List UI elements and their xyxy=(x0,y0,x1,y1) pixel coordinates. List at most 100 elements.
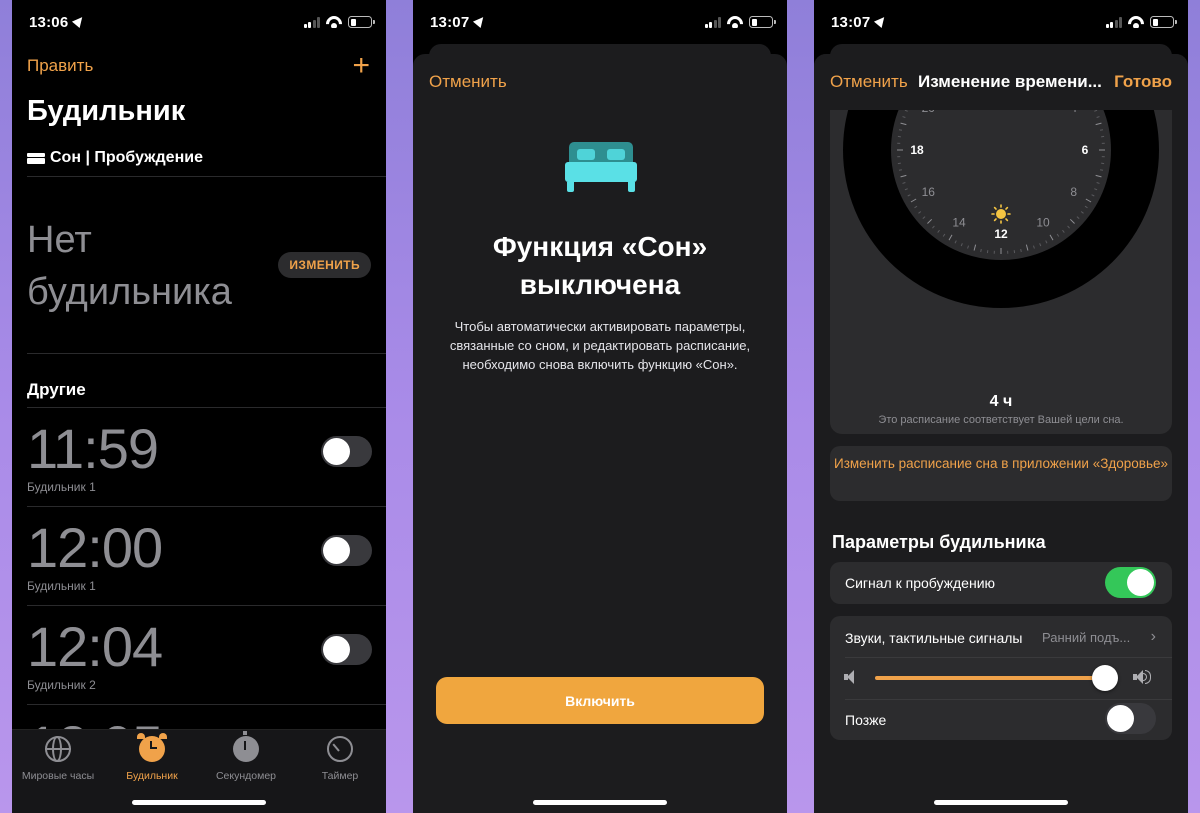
snooze-label: Позже xyxy=(845,712,887,728)
wifi-icon xyxy=(727,16,743,28)
page-title: Будильник xyxy=(27,95,186,127)
tab-label: Будильник xyxy=(126,770,178,782)
alarm-label: Будильник 2 xyxy=(27,678,96,692)
cellular-signal-icon xyxy=(1105,16,1122,28)
clock-hour-label: 12 xyxy=(994,227,1008,241)
alarm-toggle[interactable] xyxy=(321,535,372,566)
sounds-haptics-label[interactable]: Звуки, тактильные сигналы xyxy=(845,630,1022,646)
alarm-screen: 13:06 Править + Будильник Сон | Пробужде… xyxy=(12,0,386,813)
volume-high-icon xyxy=(1133,668,1153,688)
location-arrow-icon xyxy=(72,13,87,29)
volume-low-icon xyxy=(844,668,864,688)
alarm-time: 12:04 xyxy=(27,615,163,678)
divider xyxy=(27,176,386,177)
edit-schedule-screen: 13:07 222204186168141012 xyxy=(814,0,1188,813)
navigation-bar: Отменить Изменение времени... Готово xyxy=(814,54,1188,110)
stopwatch-icon xyxy=(233,731,259,762)
home-indicator xyxy=(533,800,667,805)
sleep-duration: 4 ч xyxy=(989,393,1013,410)
add-alarm-button[interactable]: + xyxy=(352,51,370,81)
divider xyxy=(845,699,1172,700)
edit-button[interactable]: Править xyxy=(27,56,93,76)
wake-sun-icon xyxy=(991,204,1011,224)
clock-tick xyxy=(980,248,982,253)
modal-sheet: 222204186168141012 4 ч Это расписание xyxy=(814,54,1188,813)
sleep-off-screen: 13:07 Отменить Функция «Сон» выключена Ч… xyxy=(413,0,787,813)
alarm-label: Будильник 1 xyxy=(27,480,96,494)
change-button[interactable]: ИЗМЕНИТЬ xyxy=(278,252,371,278)
enable-button[interactable]: Включить xyxy=(436,677,764,724)
sounds-value: Ранний подъ... xyxy=(1042,630,1131,645)
battery-icon xyxy=(348,16,375,28)
status-time: 13:07 xyxy=(430,13,488,31)
health-app-link[interactable]: Изменить расписание сна в приложении «Зд… xyxy=(830,446,1172,501)
snooze-toggle[interactable] xyxy=(1105,703,1156,734)
status-time: 13:07 xyxy=(831,13,889,31)
cancel-button[interactable]: Отменить xyxy=(429,72,507,92)
home-indicator xyxy=(132,800,266,805)
sleep-wake-header: Сон | Пробуждение xyxy=(27,149,203,167)
chevron-right-icon: › xyxy=(1150,628,1156,645)
done-button[interactable]: Готово xyxy=(1114,72,1172,92)
clock-tick xyxy=(1099,169,1104,171)
sleep-clock-dial[interactable]: 222204186168141012 xyxy=(830,74,1172,434)
clock-hour-label: 18 xyxy=(910,143,924,157)
clock-hour-label: 14 xyxy=(952,216,966,230)
bed-icon xyxy=(565,142,637,194)
status-bar: 13:06 xyxy=(12,12,386,34)
sleep-wake-label: Сон | Пробуждение xyxy=(50,149,203,166)
alarm-row[interactable]: 12:04 Будильник 2 xyxy=(12,606,386,706)
clock-tick xyxy=(1099,129,1104,131)
alarm-row[interactable]: 11:59 Будильник 1 xyxy=(12,408,386,508)
clock-hour-label: 10 xyxy=(1036,216,1050,230)
tab-label: Таймер xyxy=(321,770,359,782)
location-arrow-icon xyxy=(473,13,488,29)
alarm-time: 12:00 xyxy=(27,516,163,579)
alarm-label: Будильник 1 xyxy=(27,579,96,593)
clock-tick xyxy=(1020,248,1022,253)
volume-slider-knob[interactable] xyxy=(1092,665,1118,691)
schedule-match-text: Это расписание соответствует Вашей цели … xyxy=(878,414,1124,426)
divider xyxy=(27,353,386,354)
battery-icon xyxy=(1150,16,1177,28)
cancel-button[interactable]: Отменить xyxy=(830,72,908,92)
no-alarm-text: Нет будильника xyxy=(27,219,232,313)
volume-slider[interactable] xyxy=(875,665,1118,691)
battery-icon xyxy=(749,16,776,28)
status-bar: 13:07 xyxy=(413,12,787,34)
cellular-signal-icon xyxy=(704,16,721,28)
alarm-time: 11:59 xyxy=(27,417,159,480)
wake-signal-row: Сигнал к пробуждению xyxy=(830,562,1172,604)
tab-alarm[interactable]: Будильник xyxy=(106,733,198,782)
status-time: 13:06 xyxy=(29,13,87,31)
status-bar: 13:07 xyxy=(814,12,1188,34)
section-title-alarm-options: Параметры будильника xyxy=(832,532,1046,552)
bed-icon xyxy=(27,152,45,164)
modal-sheet: Отменить Функция «Сон» выключена Чтобы а… xyxy=(413,54,787,813)
alarm-toggle[interactable] xyxy=(321,436,372,467)
tab-timer[interactable]: Таймер xyxy=(294,736,386,782)
timer-icon xyxy=(327,736,353,762)
clock-hour-label: 6 xyxy=(1082,143,1089,157)
clock-hour-label: 8 xyxy=(1070,185,1077,199)
tab-world-clock[interactable]: Мировые часы xyxy=(12,736,104,782)
alarm-row[interactable]: 12:00 Будильник 1 xyxy=(12,507,386,607)
clock-hour-label: 16 xyxy=(922,185,936,199)
alarm-options-group: Звуки, тактильные сигналы Ранний подъ...… xyxy=(830,616,1172,740)
tab-label: Мировые часы xyxy=(21,770,95,782)
wake-signal-toggle[interactable] xyxy=(1105,567,1156,598)
tab-bar: Мировые часы Будильник Секундомер Таймер xyxy=(12,729,386,813)
cellular-signal-icon xyxy=(303,16,320,28)
location-arrow-icon xyxy=(874,13,889,29)
sleep-clock-card: 222204186168141012 4 ч Это расписание xyxy=(830,74,1172,434)
section-title-others: Другие xyxy=(27,380,86,399)
clock-tick xyxy=(898,169,903,171)
globe-icon xyxy=(45,736,71,762)
clock-tick xyxy=(898,129,903,131)
tab-label: Секундомер xyxy=(215,770,277,782)
alarm-toggle[interactable] xyxy=(321,634,372,665)
wifi-icon xyxy=(1128,16,1144,28)
home-indicator xyxy=(934,800,1068,805)
tab-stopwatch[interactable]: Секундомер xyxy=(200,731,292,782)
alarm-clock-icon xyxy=(137,733,167,762)
